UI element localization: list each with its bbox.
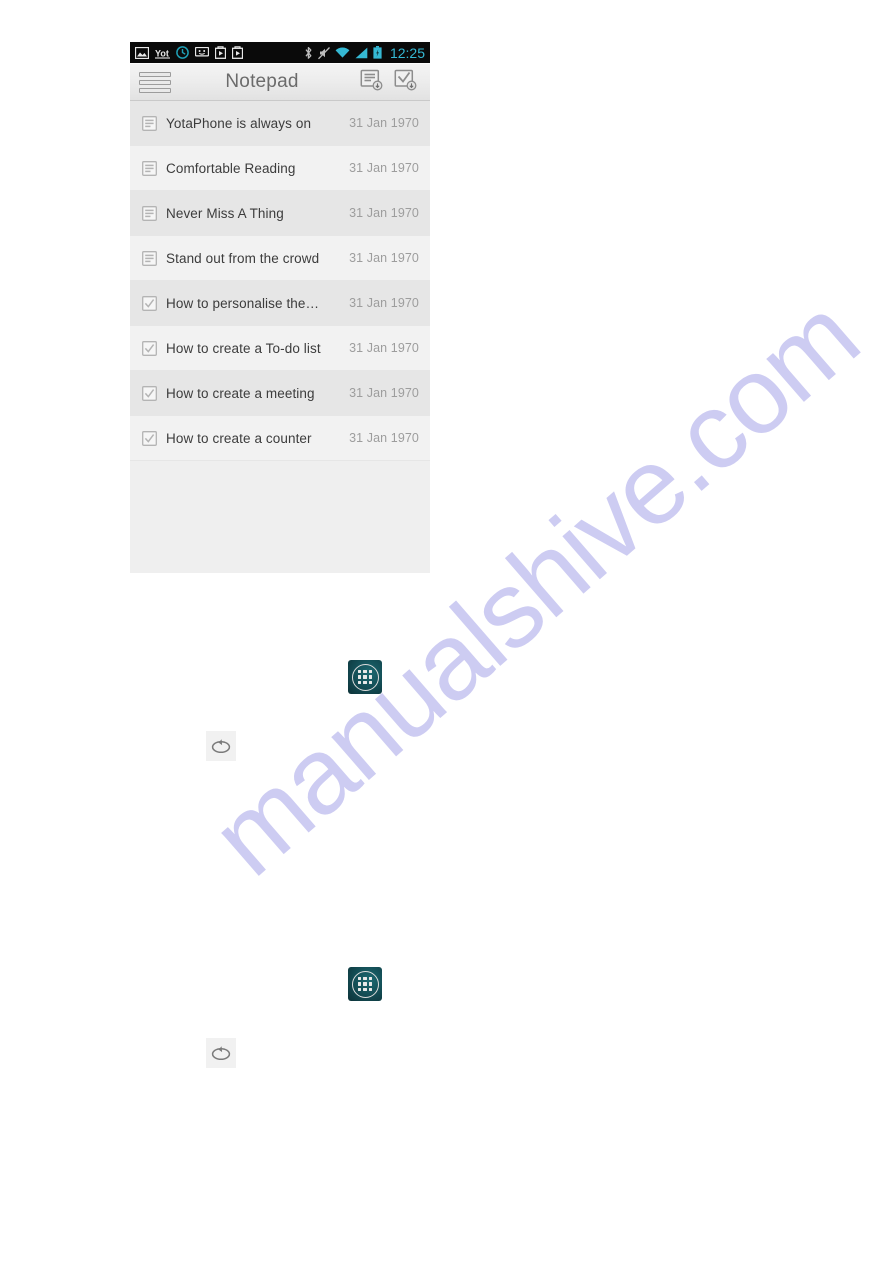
toolbar-actions xyxy=(360,68,430,97)
grid-dot xyxy=(358,670,362,674)
grid-dot xyxy=(363,670,367,674)
app-toolbar: Notepad xyxy=(130,63,430,101)
grid-dot xyxy=(363,977,367,981)
grid-dot xyxy=(358,680,362,684)
note-date: 31 Jan 1970 xyxy=(349,161,419,175)
svg-text:Yot: Yot xyxy=(155,48,169,58)
note-list: YotaPhone is always on 31 Jan 1970 Comfo… xyxy=(130,101,430,573)
note-title: How to create a counter xyxy=(166,430,312,446)
grid-dot xyxy=(363,987,367,991)
signal-icon xyxy=(355,47,368,58)
note-icon xyxy=(142,115,157,131)
back-arrow-glyph xyxy=(211,739,231,754)
status-bar-clock: 12:25 xyxy=(389,44,425,61)
bluetooth-icon xyxy=(305,46,312,59)
back-arrow-icon-2[interactable] xyxy=(206,1038,236,1068)
note-title: Comfortable Reading xyxy=(166,160,296,176)
checkbox-icon xyxy=(142,385,157,401)
grid-dot xyxy=(358,977,362,981)
grid-dot xyxy=(368,977,372,981)
checkbox-icon xyxy=(142,430,157,446)
note-list-item[interactable]: Comfortable Reading 31 Jan 1970 xyxy=(130,146,430,191)
battery-icon xyxy=(373,46,382,59)
status-bar-right-icons: 12:25 xyxy=(304,46,425,60)
wifi-icon xyxy=(335,47,350,58)
note-date: 31 Jan 1970 xyxy=(349,341,419,355)
app-drawer-grid xyxy=(351,663,379,691)
grid-dot xyxy=(358,982,362,986)
app-drawer-icon-2[interactable] xyxy=(348,967,382,1001)
note-title: Stand out from the crowd xyxy=(166,250,320,266)
note-title: How to create a meeting xyxy=(166,385,315,401)
note-list-item[interactable]: How to create a meeting 31 Jan 1970 xyxy=(130,371,430,416)
new-note-button[interactable] xyxy=(360,68,384,97)
note-date: 31 Jan 1970 xyxy=(349,431,419,445)
note-list-item[interactable]: How to personalise the… 31 Jan 1970 xyxy=(130,281,430,326)
note-icon xyxy=(142,160,157,176)
grid-dot xyxy=(368,982,372,986)
download-icon xyxy=(215,46,226,59)
app-drawer-icon[interactable] xyxy=(348,660,382,694)
grid-dot xyxy=(363,680,367,684)
note-icon xyxy=(142,205,157,221)
grid-dot xyxy=(368,680,372,684)
checkbox-add-icon xyxy=(394,69,417,90)
note-list-item[interactable]: How to create a counter 31 Jan 1970 xyxy=(130,416,430,461)
app-drawer-grid xyxy=(351,970,379,998)
status-bar: Yot 12:25 xyxy=(130,42,430,63)
grid-dot xyxy=(358,675,362,679)
back-arrow-glyph xyxy=(211,1046,231,1061)
clock-icon xyxy=(176,46,189,59)
note-date: 31 Jan 1970 xyxy=(349,296,419,310)
note-list-item[interactable]: How to create a To-do list 31 Jan 1970 xyxy=(130,326,430,371)
grid-dot xyxy=(368,675,372,679)
checkbox-icon xyxy=(142,295,157,311)
grid-dot xyxy=(368,670,372,674)
grid-dot xyxy=(363,675,367,679)
note-add-icon xyxy=(360,69,383,90)
note-date: 31 Jan 1970 xyxy=(349,386,419,400)
grid-dot xyxy=(358,987,362,991)
grid-dot xyxy=(363,982,367,986)
checkbox-icon xyxy=(142,340,157,356)
yota-logo-icon: Yot xyxy=(155,48,170,59)
note-list-item[interactable]: Never Miss A Thing 31 Jan 1970 xyxy=(130,191,430,236)
note-list-empty-area xyxy=(130,461,430,573)
note-title: Never Miss A Thing xyxy=(166,205,284,221)
status-bar-left-icons: Yot xyxy=(135,46,304,59)
note-date: 31 Jan 1970 xyxy=(349,251,419,265)
back-arrow-icon[interactable] xyxy=(206,731,236,761)
note-title: YotaPhone is always on xyxy=(166,115,312,131)
note-title: How to create a To-do list xyxy=(166,340,321,356)
note-icon xyxy=(142,250,157,266)
message-icon xyxy=(195,47,209,57)
note-title: How to personalise the… xyxy=(166,295,320,311)
note-list-item[interactable]: Stand out from the crowd 31 Jan 1970 xyxy=(130,236,430,281)
grid-dot xyxy=(368,987,372,991)
mute-icon xyxy=(317,46,330,59)
image-icon xyxy=(135,46,149,59)
page-title: Notepad xyxy=(225,71,299,92)
note-date: 31 Jan 1970 xyxy=(349,206,419,220)
note-list-item[interactable]: YotaPhone is always on 31 Jan 1970 xyxy=(130,101,430,146)
note-date: 31 Jan 1970 xyxy=(349,116,419,130)
phone-screenshot: Yot 12:25 Notepad YotaPhone is always on… xyxy=(130,42,430,573)
download-icon-2 xyxy=(232,46,243,59)
new-todo-button[interactable] xyxy=(394,68,418,97)
